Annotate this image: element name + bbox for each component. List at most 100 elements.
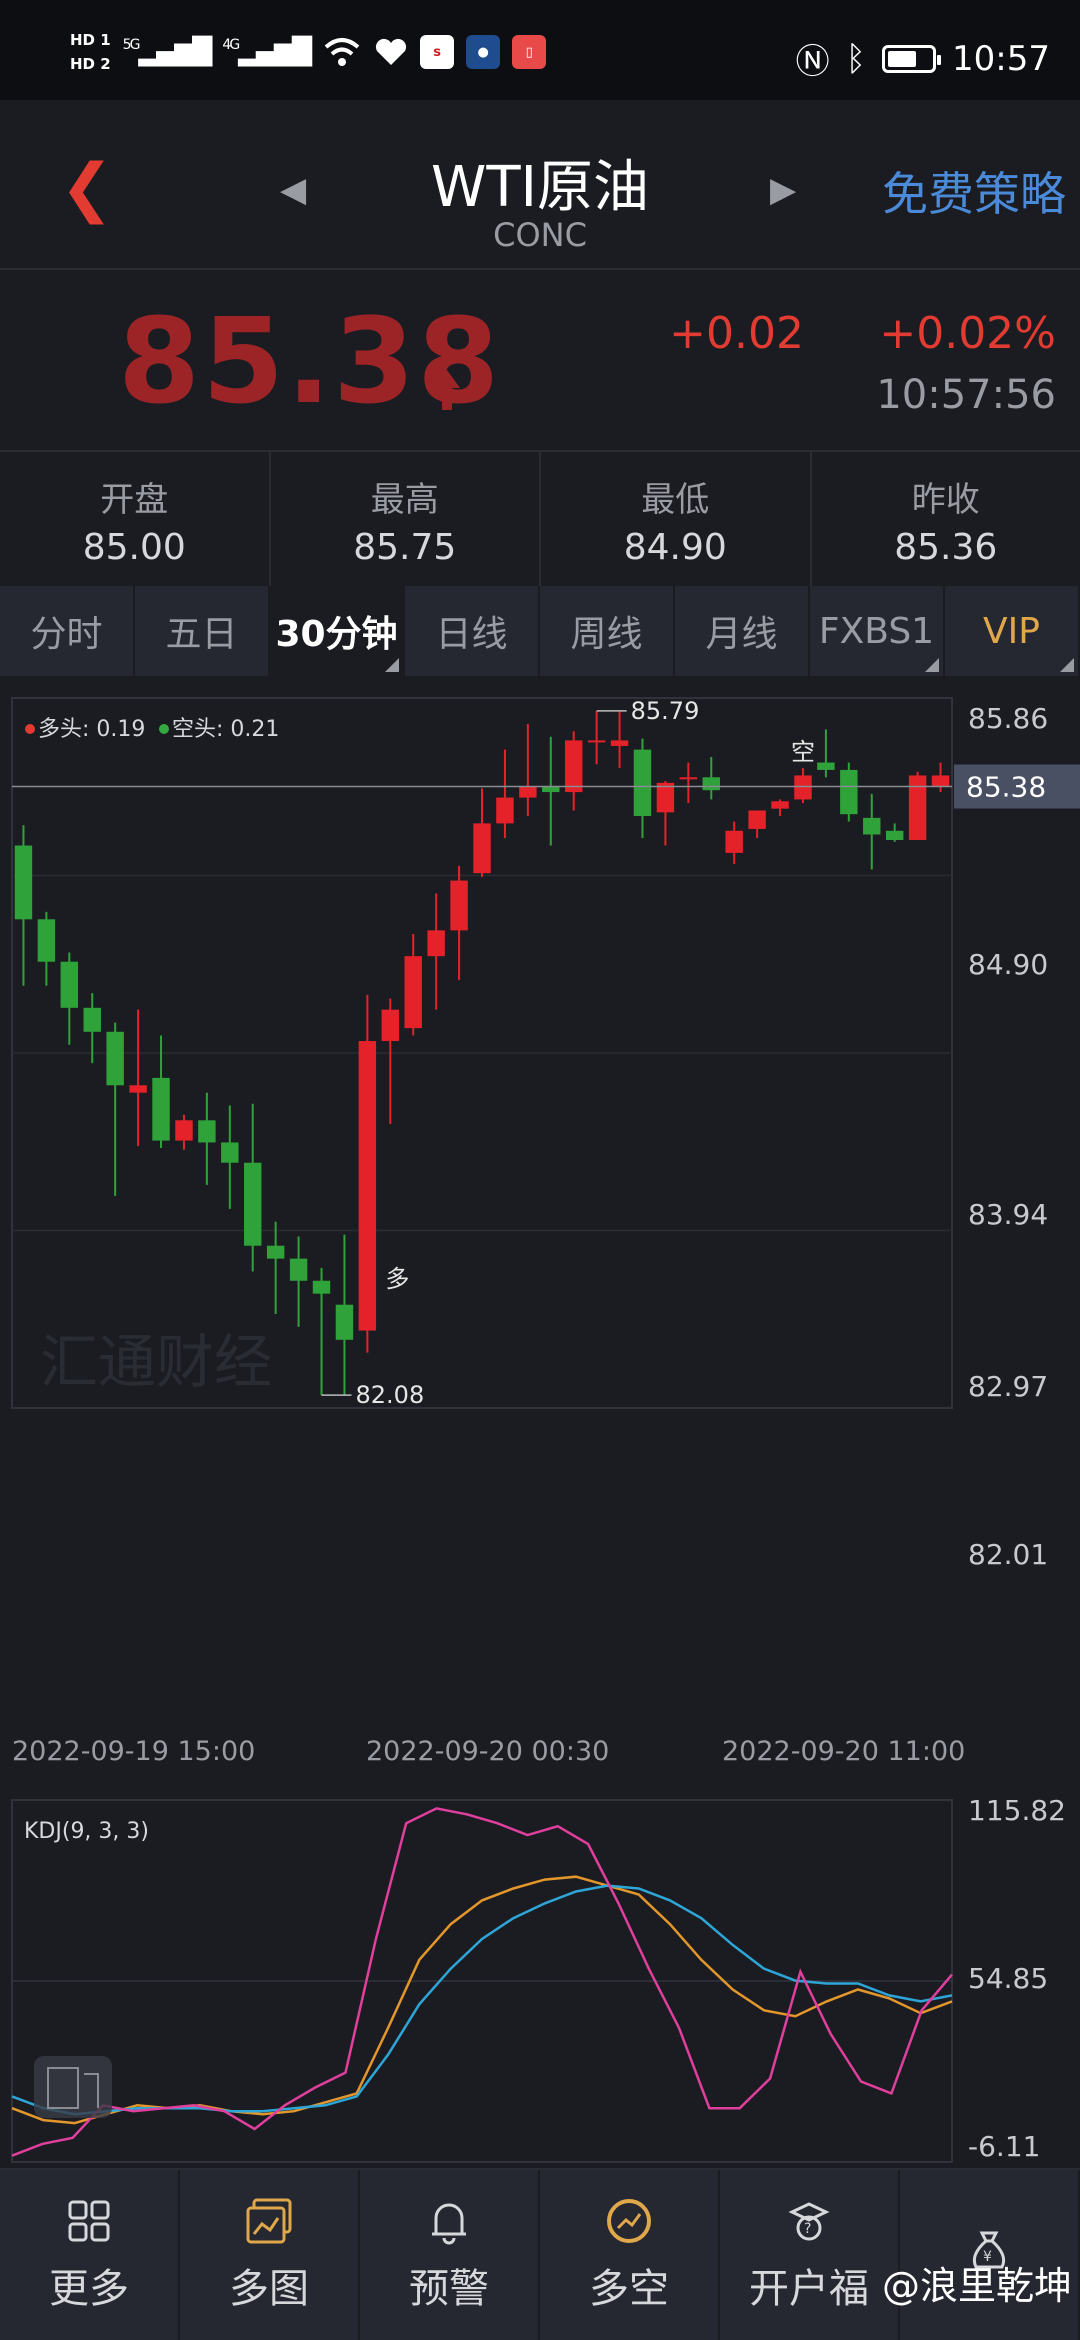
net2-label: 4G <box>222 37 240 53</box>
quote-panel: 85.38 +0.02 +0.02% 10:57:56 <box>0 272 1080 452</box>
candle-body <box>610 740 629 746</box>
candle-body <box>37 919 56 962</box>
globe-app-icon: ● <box>466 35 501 69</box>
nav-account[interactable]: ? 开户福 <box>720 2170 900 2340</box>
kdj-label: KDJ(9, 3, 3) <box>24 1819 149 1844</box>
candle-body <box>358 1041 377 1331</box>
stat-prev-close: 昨收 85.36 <box>812 452 1080 586</box>
tab-label: 五日 <box>165 614 238 655</box>
candle-body <box>633 749 652 817</box>
gift-icon: ? <box>788 2202 830 2241</box>
kdj-y-tick: 54.85 <box>968 1962 1048 1995</box>
free-strategy-button[interactable]: 免费策略 <box>882 158 1066 224</box>
bear-legend-dot <box>159 724 169 734</box>
y-tick: 85.86 <box>968 702 1048 735</box>
candle-body <box>312 1280 331 1294</box>
x-tick: 2022-09-20 11:00 <box>722 1736 965 1767</box>
legend-bull: 多头: 0.19 <box>38 717 145 742</box>
candle-body <box>381 1009 400 1042</box>
x-tick: 2022-09-19 15:00 <box>12 1736 255 1767</box>
bull-legend-dot <box>25 724 35 734</box>
candle-body <box>702 777 720 791</box>
tab-daily[interactable]: 日线 <box>405 586 540 676</box>
signal-icon-2: 4G▂▄▆█ <box>222 37 312 67</box>
low-label: 82.08 <box>356 1381 425 1409</box>
multi-chart-icon <box>246 2198 292 2244</box>
stat-value: 85.00 <box>82 527 186 568</box>
tab-label: 30分钟 <box>275 614 398 655</box>
tab-label: 日线 <box>435 614 508 655</box>
title-bar: ❮ ◀ WTI原油 CONC ▶ 免费策略 <box>0 100 1080 270</box>
candle-body <box>450 880 468 931</box>
candle-body <box>496 797 514 824</box>
tab-30min[interactable]: 30分钟 <box>270 586 405 676</box>
watermark-text: @浪里乾坤 <box>881 2264 1072 2308</box>
tab-fxbs1[interactable]: FXBS1 <box>810 586 945 676</box>
y-tick: 83.94 <box>968 1198 1048 1231</box>
candle-body <box>289 1258 308 1281</box>
nav-multi-chart[interactable]: 多图 <box>180 2170 360 2340</box>
candle-body <box>908 775 927 840</box>
nav-label: 更多 <box>49 2266 129 2312</box>
hd1-label: HD 1 <box>70 31 111 49</box>
nav-label: 多空 <box>589 2266 669 2312</box>
x-tick: 2022-09-20 00:30 <box>366 1736 609 1767</box>
kline-grid <box>12 874 952 1232</box>
bottom-nav: 更多 多图 预警 多空 ? 开户福 ¥ @浪里乾坤 <box>0 2168 1080 2340</box>
candle-body <box>473 823 491 874</box>
nav-more[interactable]: 更多 <box>0 2170 180 2340</box>
annotation-long: 多 <box>385 1265 409 1293</box>
y-tick: 82.97 <box>968 1370 1048 1403</box>
candle-body <box>679 777 698 780</box>
tab-weekly[interactable]: 周线 <box>540 586 675 676</box>
sina-app-icon: s <box>420 35 455 69</box>
chart-watermark: 汇通财经 <box>40 1328 272 1396</box>
candle-body <box>335 1304 354 1340</box>
bluetooth-icon: ᛒ <box>845 38 867 79</box>
candle-body <box>725 830 743 853</box>
charts-svg[interactable]: 汇通财经 多头: 0.19 空头: 0.21 85.86 84.90 83.94… <box>0 676 1080 2168</box>
candle-body <box>542 786 560 793</box>
status-left: HD 1 HD 2 5G▂▄▆█ 4G▂▄▆█ s ● ▯ <box>70 30 547 74</box>
tab-label: FXBS1 <box>818 610 935 652</box>
wifi-icon <box>324 38 360 66</box>
signal-icon-1: 5G▂▄▆█ <box>122 37 213 67</box>
dropdown-corner-icon <box>1060 658 1074 672</box>
stat-value: 85.36 <box>894 527 998 568</box>
bell-icon <box>432 2203 466 2245</box>
kdj-y-tick: 115.82 <box>968 1794 1066 1827</box>
tab-vip[interactable]: VIP <box>945 586 1080 676</box>
stat-value: 84.90 <box>623 527 727 568</box>
candle-body <box>60 961 79 1008</box>
chart-area[interactable]: 汇通财经 多头: 0.19 空头: 0.21 85.86 84.90 83.94… <box>0 676 1080 2168</box>
stats-row: 开盘 85.00 最高 85.75 最低 84.90 昨收 85.36 <box>0 452 1080 586</box>
nfc-icon: Ⓝ <box>795 42 830 82</box>
candle-body <box>83 1007 101 1032</box>
tab-monthly[interactable]: 月线 <box>675 586 810 676</box>
stat-value: 85.75 <box>353 527 457 568</box>
status-time: 10:57 <box>952 38 1050 79</box>
next-instrument-icon[interactable]: ▶ <box>770 170 796 210</box>
current-price-label: 85.38 <box>966 771 1046 804</box>
candle-body <box>266 1245 285 1259</box>
stat-label: 最低 <box>641 480 710 520</box>
nav-alert[interactable]: 预警 <box>360 2170 540 2340</box>
bull-bear-icon <box>607 2199 651 2243</box>
candle-body <box>427 930 445 957</box>
nav-bull-bear[interactable]: 多空 <box>540 2170 720 2340</box>
stat-low: 最低 84.90 <box>541 452 812 586</box>
tab-label: 月线 <box>705 614 778 655</box>
candle-body <box>152 1077 170 1141</box>
candle-body <box>564 740 583 793</box>
tab-5day[interactable]: 五日 <box>135 586 270 676</box>
annotation-short: 空 <box>791 738 815 766</box>
battery-icon <box>882 44 942 73</box>
heart-icon <box>376 38 407 65</box>
nav-label: 预警 <box>409 2266 489 2312</box>
candle-body <box>175 1120 193 1141</box>
quote-time: 10:57:56 <box>876 372 1056 418</box>
tab-label: 分时 <box>30 614 103 655</box>
tab-minute[interactable]: 分时 <box>0 586 135 676</box>
y-tick: 84.90 <box>968 948 1048 981</box>
period-tabs: 分时 五日 30分钟 日线 周线 月线 FXBS1 VIP <box>0 586 1080 676</box>
